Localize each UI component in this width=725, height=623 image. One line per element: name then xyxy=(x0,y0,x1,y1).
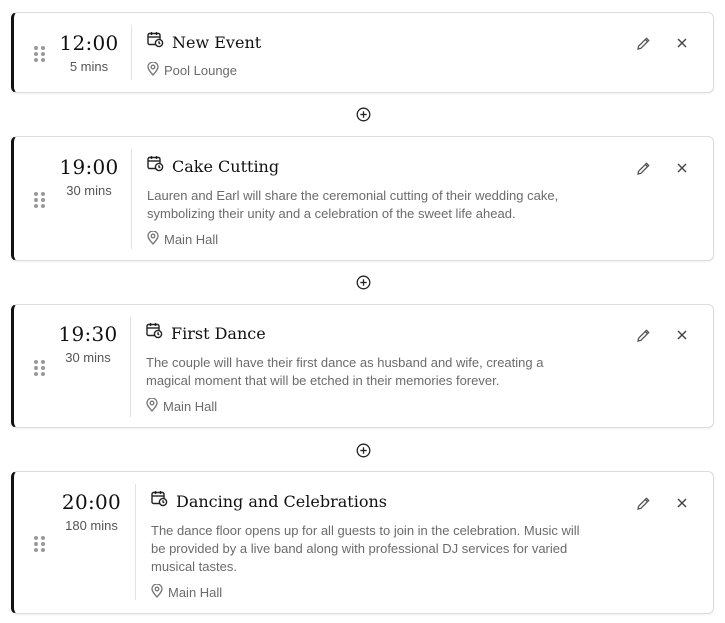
calendar-clock-icon xyxy=(147,31,164,53)
delete-button[interactable] xyxy=(673,159,691,177)
event-time: 20:00 xyxy=(61,490,122,514)
pencil-icon xyxy=(636,36,650,50)
delete-button[interactable] xyxy=(673,494,691,512)
edit-button[interactable] xyxy=(634,34,652,52)
pencil-icon xyxy=(636,161,650,175)
add-event-button[interactable] xyxy=(355,442,371,458)
add-event-button[interactable] xyxy=(355,274,371,290)
close-icon xyxy=(677,38,687,48)
drag-handle-icon[interactable] xyxy=(34,536,45,552)
event-duration: 5 mins xyxy=(69,59,109,74)
event-location: Main Hall xyxy=(146,397,586,415)
add-event-button[interactable] xyxy=(355,106,371,122)
event-duration: 30 mins xyxy=(65,350,111,365)
event-location: Main Hall xyxy=(147,230,567,248)
event-title: New Event xyxy=(172,32,262,52)
event-time: 19:30 xyxy=(58,322,118,346)
drag-handle-icon[interactable] xyxy=(34,360,45,376)
map-pin-icon xyxy=(146,397,158,415)
close-icon xyxy=(677,163,687,173)
edit-button[interactable] xyxy=(634,159,652,177)
map-pin-icon xyxy=(147,230,159,248)
event-title: Dancing and Celebrations xyxy=(176,491,387,511)
location-label: Main Hall xyxy=(164,232,219,247)
event-time: 12:00 xyxy=(59,31,119,55)
delete-button[interactable] xyxy=(673,326,691,344)
event-card[interactable]: 19:30 30 mins First Dance The couple wil… xyxy=(11,304,714,428)
close-icon xyxy=(677,498,687,508)
event-duration: 30 mins xyxy=(66,183,112,198)
location-label: Pool Lounge xyxy=(164,63,238,78)
delete-button[interactable] xyxy=(673,34,691,52)
pencil-icon xyxy=(636,496,650,510)
event-card[interactable]: 20:00 180 mins Dancing and Celebrations … xyxy=(11,471,714,614)
map-pin-icon xyxy=(151,583,163,601)
event-description: The dance floor opens up for all guests … xyxy=(151,523,580,574)
plus-circle-icon xyxy=(356,107,370,121)
drag-handle-icon[interactable] xyxy=(34,192,45,208)
event-title: Cake Cutting xyxy=(172,156,280,176)
edit-button[interactable] xyxy=(634,326,652,344)
plus-circle-icon xyxy=(356,443,370,457)
event-time: 19:00 xyxy=(59,155,119,179)
close-icon xyxy=(677,330,687,340)
edit-button[interactable] xyxy=(634,494,652,512)
plus-circle-icon xyxy=(356,275,370,289)
event-title: First Dance xyxy=(171,323,266,343)
calendar-clock-icon xyxy=(146,322,163,344)
event-location: Main Hall xyxy=(151,583,596,601)
calendar-clock-icon xyxy=(147,155,164,177)
calendar-clock-icon xyxy=(151,490,168,512)
drag-handle-icon[interactable] xyxy=(34,46,45,62)
event-description: The couple will have their first dance a… xyxy=(146,355,544,388)
event-duration: 180 mins xyxy=(65,518,118,533)
map-pin-icon xyxy=(147,61,159,79)
event-card[interactable]: 19:00 30 mins Cake Cutting Lauren and Ea… xyxy=(11,136,714,261)
location-label: Main Hall xyxy=(168,585,223,600)
event-location: Pool Lounge xyxy=(147,61,587,79)
event-card[interactable]: 12:00 5 mins New Event Pool Lounge xyxy=(11,12,714,93)
location-label: Main Hall xyxy=(163,399,218,414)
event-description: Lauren and Earl will share the ceremonia… xyxy=(147,188,559,221)
pencil-icon xyxy=(636,328,650,342)
